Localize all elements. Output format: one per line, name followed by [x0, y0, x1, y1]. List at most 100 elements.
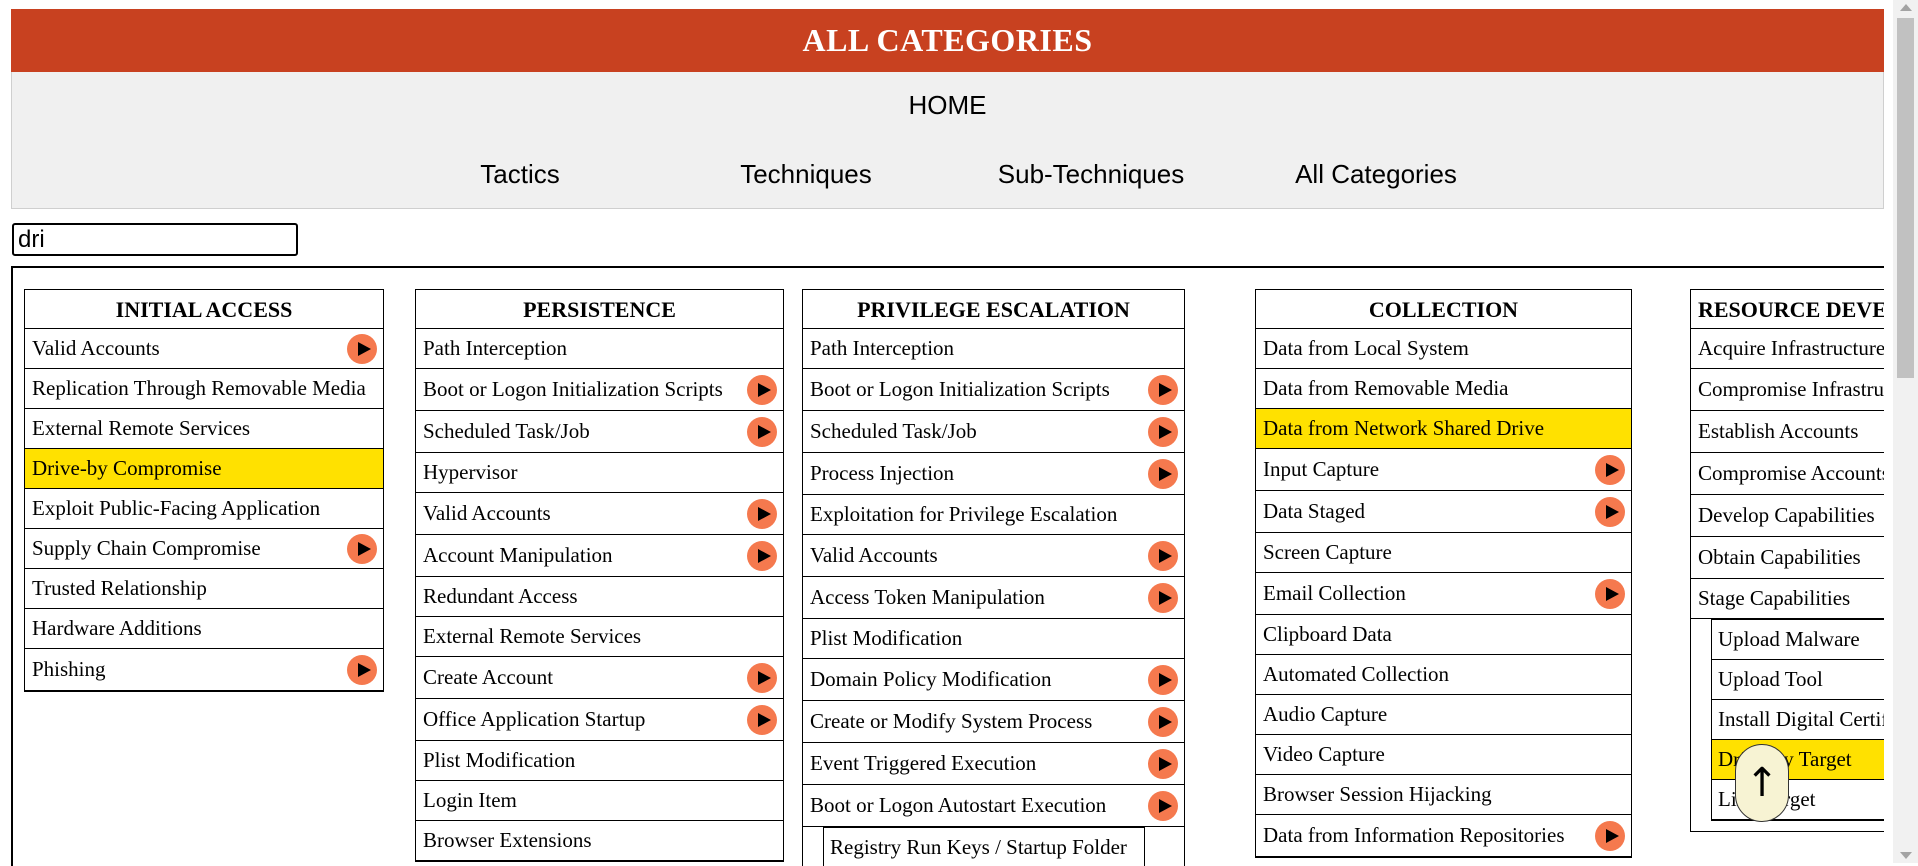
technique-item-compromise-infrastructure[interactable]: Compromise Infrastructure — [1691, 369, 1884, 411]
technique-item-data-from-removable-media[interactable]: Data from Removable Media — [1256, 369, 1631, 409]
technique-item-stage-capabilities[interactable]: Stage Capabilities — [1691, 579, 1884, 619]
expand-play-icon[interactable] — [1148, 458, 1178, 489]
technique-item-scheduled-task-job[interactable]: Scheduled Task/Job — [803, 411, 1184, 453]
nav-link-techniques[interactable]: Techniques — [740, 159, 872, 190]
technique-item-browser-extensions[interactable]: Browser Extensions — [416, 821, 783, 861]
technique-item-data-from-information-repositories[interactable]: Data from Information Repositories — [1256, 815, 1631, 857]
technique-item-access-token-manipulation[interactable]: Access Token Manipulation — [803, 577, 1184, 619]
technique-item-screen-capture[interactable]: Screen Capture — [1256, 533, 1631, 573]
expand-play-icon[interactable] — [747, 416, 777, 447]
technique-item-domain-policy-modification[interactable]: Domain Policy Modification — [803, 659, 1184, 701]
technique-label: Obtain Capabilities — [1698, 545, 1861, 569]
technique-item-hardware-additions[interactable]: Hardware Additions — [25, 609, 383, 649]
nav-link-tactics[interactable]: Tactics — [480, 159, 559, 190]
technique-label: Data from Removable Media — [1263, 376, 1509, 400]
expand-play-icon[interactable] — [1148, 374, 1178, 405]
expand-play-icon[interactable] — [747, 540, 777, 571]
sub-technique-item-registry-run-keys-startup-folder[interactable]: Registry Run Keys / Startup Folder — [824, 828, 1144, 866]
scroll-up-arrow-icon[interactable] — [1900, 4, 1912, 11]
expand-play-icon[interactable] — [1595, 454, 1625, 485]
technique-item-process-injection[interactable]: Process Injection — [803, 453, 1184, 495]
technique-label: External Remote Services — [32, 416, 251, 440]
technique-item-trusted-relationship[interactable]: Trusted Relationship — [25, 569, 383, 609]
technique-item-valid-accounts[interactable]: Valid Accounts — [803, 535, 1184, 577]
expand-play-icon[interactable] — [1595, 820, 1625, 851]
technique-item-drive-by-compromise[interactable]: Drive-by Compromise — [25, 449, 383, 489]
technique-item-data-from-network-shared-drive[interactable]: Data from Network Shared Drive — [1256, 409, 1631, 449]
technique-item-login-item[interactable]: Login Item — [416, 781, 783, 821]
nav-link-all-categories[interactable]: All Categories — [1295, 159, 1457, 190]
expand-play-icon[interactable] — [347, 533, 377, 564]
scroll-down-arrow-icon[interactable] — [1900, 852, 1912, 859]
sub-technique-item-install-digital-certificate[interactable]: Install Digital Certificate — [1712, 700, 1884, 740]
expand-play-icon[interactable] — [1148, 706, 1178, 737]
expand-play-icon[interactable] — [1148, 582, 1178, 613]
technique-item-path-interception[interactable]: Path Interception — [803, 329, 1184, 369]
technique-item-external-remote-services[interactable]: External Remote Services — [25, 409, 383, 449]
scroll-to-top-button[interactable]: ↑ — [1735, 744, 1789, 822]
expand-play-icon[interactable] — [747, 662, 777, 693]
technique-item-account-manipulation[interactable]: Account Manipulation — [416, 535, 783, 577]
technique-item-boot-or-logon-initialization-scripts[interactable]: Boot or Logon Initialization Scripts — [803, 369, 1184, 411]
technique-item-valid-accounts[interactable]: Valid Accounts — [25, 329, 383, 369]
technique-item-develop-capabilities[interactable]: Develop Capabilities — [1691, 495, 1884, 537]
technique-item-scheduled-task-job[interactable]: Scheduled Task/Job — [416, 411, 783, 453]
technique-item-acquire-infrastructure[interactable]: Acquire Infrastructure — [1691, 329, 1884, 369]
technique-item-obtain-capabilities[interactable]: Obtain Capabilities — [1691, 537, 1884, 579]
technique-item-phishing[interactable]: Phishing — [25, 649, 383, 691]
technique-item-establish-accounts[interactable]: Establish Accounts — [1691, 411, 1884, 453]
technique-item-input-capture[interactable]: Input Capture — [1256, 449, 1631, 491]
expand-play-icon[interactable] — [1148, 790, 1178, 821]
sub-technique-label: Registry Run Keys / Startup Folder — [830, 835, 1127, 859]
technique-item-hypervisor[interactable]: Hypervisor — [416, 453, 783, 493]
expand-play-icon[interactable] — [747, 704, 777, 735]
technique-item-boot-or-logon-autostart-execution[interactable]: Boot or Logon Autostart Execution — [803, 785, 1184, 827]
scrollbar-thumb[interactable] — [1897, 18, 1914, 378]
expand-play-icon[interactable] — [1595, 496, 1625, 527]
technique-item-exploitation-for-privilege-escalation[interactable]: Exploitation for Privilege Escalation — [803, 495, 1184, 535]
technique-item-event-triggered-execution[interactable]: Event Triggered Execution — [803, 743, 1184, 785]
technique-item-office-application-startup[interactable]: Office Application Startup — [416, 699, 783, 741]
technique-item-browser-session-hijacking[interactable]: Browser Session Hijacking — [1256, 775, 1631, 815]
nav-link-sub-techniques[interactable]: Sub-Techniques — [998, 159, 1184, 190]
expand-play-icon[interactable] — [747, 498, 777, 529]
technique-item-plist-modification[interactable]: Plist Modification — [416, 741, 783, 781]
technique-item-replication-through-removable-media[interactable]: Replication Through Removable Media — [25, 369, 383, 409]
expand-play-icon[interactable] — [747, 374, 777, 405]
expand-play-icon[interactable] — [1595, 578, 1625, 609]
technique-item-external-remote-services[interactable]: External Remote Services — [416, 617, 783, 657]
technique-item-exploit-public-facing-application[interactable]: Exploit Public-Facing Application — [25, 489, 383, 529]
expand-play-icon[interactable] — [1148, 664, 1178, 695]
technique-label: Access Token Manipulation — [810, 585, 1045, 609]
technique-item-valid-accounts[interactable]: Valid Accounts — [416, 493, 783, 535]
expand-play-icon[interactable] — [1148, 748, 1178, 779]
technique-label: Data from Network Shared Drive — [1263, 416, 1545, 440]
technique-label: Account Manipulation — [423, 543, 613, 567]
search-input[interactable] — [12, 223, 298, 256]
technique-item-clipboard-data[interactable]: Clipboard Data — [1256, 615, 1631, 655]
expand-play-icon[interactable] — [1148, 416, 1178, 447]
page-scrollbar[interactable] — [1893, 0, 1918, 863]
sub-technique-item-upload-malware[interactable]: Upload Malware — [1712, 620, 1884, 660]
nav-home-link[interactable]: HOME — [12, 90, 1883, 121]
technique-item-supply-chain-compromise[interactable]: Supply Chain Compromise — [25, 529, 383, 569]
technique-item-path-interception[interactable]: Path Interception — [416, 329, 783, 369]
technique-item-create-account[interactable]: Create Account — [416, 657, 783, 699]
technique-item-create-or-modify-system-process[interactable]: Create or Modify System Process — [803, 701, 1184, 743]
technique-item-email-collection[interactable]: Email Collection — [1256, 573, 1631, 615]
technique-item-compromise-accounts[interactable]: Compromise Accounts — [1691, 453, 1884, 495]
technique-item-video-capture[interactable]: Video Capture — [1256, 735, 1631, 775]
technique-item-data-from-local-system[interactable]: Data from Local System — [1256, 329, 1631, 369]
technique-item-plist-modification[interactable]: Plist Modification — [803, 619, 1184, 659]
technique-item-data-staged[interactable]: Data Staged — [1256, 491, 1631, 533]
technique-item-audio-capture[interactable]: Audio Capture — [1256, 695, 1631, 735]
expand-play-icon[interactable] — [1148, 540, 1178, 571]
technique-label: Hypervisor — [423, 460, 518, 484]
technique-label: Scheduled Task/Job — [423, 419, 590, 443]
technique-item-boot-or-logon-initialization-scripts[interactable]: Boot or Logon Initialization Scripts — [416, 369, 783, 411]
sub-technique-item-upload-tool[interactable]: Upload Tool — [1712, 660, 1884, 700]
technique-item-automated-collection[interactable]: Automated Collection — [1256, 655, 1631, 695]
technique-item-redundant-access[interactable]: Redundant Access — [416, 577, 783, 617]
expand-play-icon[interactable] — [347, 654, 377, 685]
expand-play-icon[interactable] — [347, 333, 377, 364]
